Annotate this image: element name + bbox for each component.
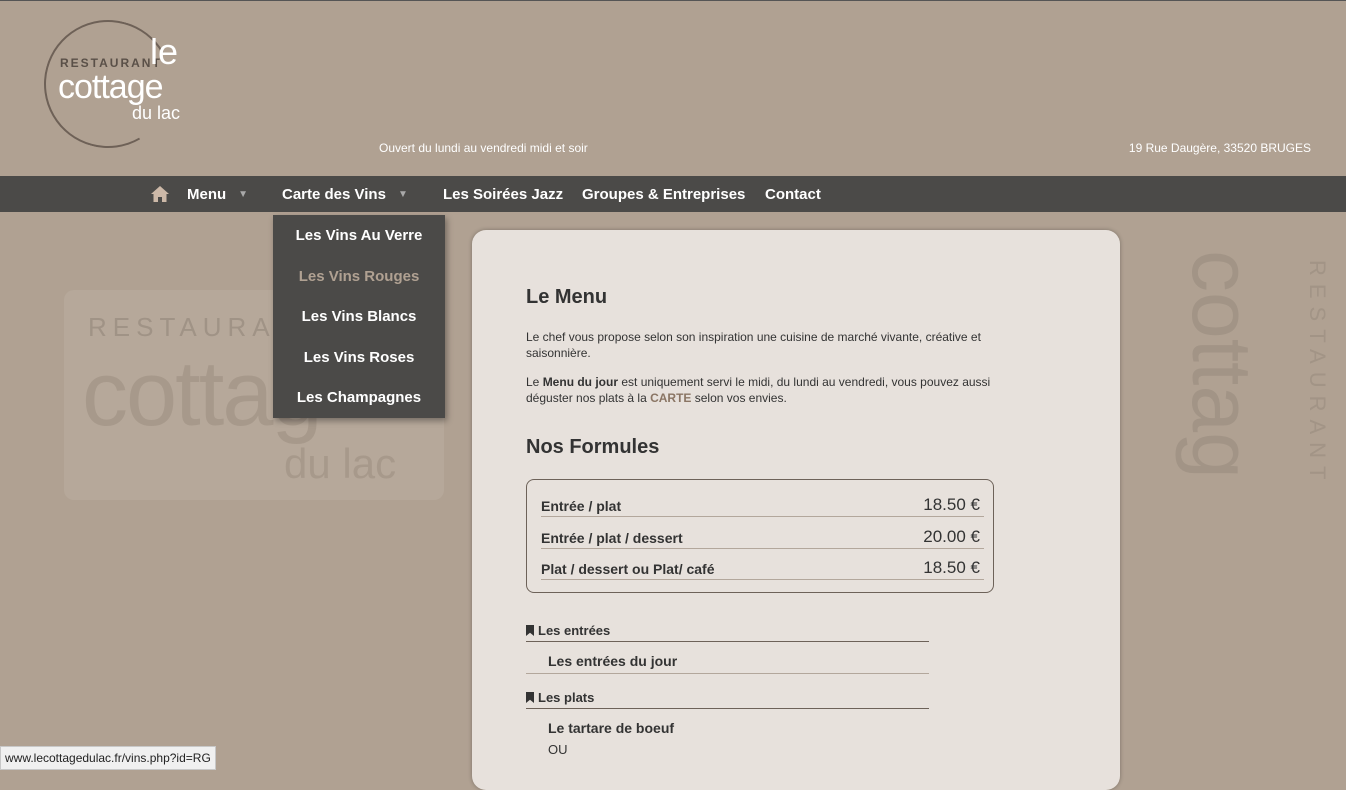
content-panel: Le Menu Le chef vous propose selon son i… xyxy=(472,230,1120,790)
nav-carte-label: Carte des Vins xyxy=(282,186,386,203)
top-border xyxy=(0,0,1346,1)
formule-name: Entrée / plat / dessert xyxy=(541,530,683,546)
dropdown-item-vins-au-verre[interactable]: Les Vins Au Verre xyxy=(273,215,445,256)
main-navbar: Menu ▼ Carte des Vins ▼ Les Soirées Jazz G… xyxy=(0,176,1346,212)
bookmark-icon xyxy=(526,625,534,636)
section-entrees: Les entrées xyxy=(526,623,929,642)
opening-hours: Ouvert du lundi au vendredi midi et soir xyxy=(379,141,588,155)
nav-menu[interactable]: Menu ▼ xyxy=(187,176,248,212)
para-suffix: selon vos envies. xyxy=(691,391,787,405)
logo-dulac-text: du lac xyxy=(132,103,181,123)
wine-dropdown-menu: Les Vins Au Verre Les Vins Rouges Les Vi… xyxy=(273,215,445,418)
menu-du-jour-paragraph: Le Menu du jour est uniquement servi le … xyxy=(526,374,1026,406)
chevron-down-icon: ▼ xyxy=(397,189,408,201)
watermark-right-cottage: cottag xyxy=(1175,250,1269,479)
formule-row: Entrée / plat / dessert 20.00 € xyxy=(541,517,984,549)
nav-contact[interactable]: Contact xyxy=(765,176,821,212)
formule-row: Plat / dessert ou Plat/ café 18.50 € xyxy=(541,548,984,580)
para-prefix: Le xyxy=(526,375,543,389)
formule-name: Entrée / plat xyxy=(541,498,622,514)
nav-groupes-entreprises[interactable]: Groupes & Entreprises xyxy=(582,176,745,212)
dropdown-item-vins-roses[interactable]: Les Vins Roses xyxy=(273,337,445,378)
formule-price: 20.00 € xyxy=(923,527,980,546)
nav-menu-label: Menu xyxy=(187,186,227,203)
section-plats: Les plats xyxy=(526,690,929,709)
restaurant-logo[interactable]: RESTAURANT le cottage du lac xyxy=(29,5,194,163)
browser-status-url: www.lecottagedulac.fr/vins.php?id=RG xyxy=(0,746,216,770)
formule-name: Plat / dessert ou Plat/ café xyxy=(541,561,715,577)
list-item: Les entrées du jour xyxy=(548,653,678,669)
dropdown-item-vins-rouges[interactable]: Les Vins Rouges xyxy=(273,256,445,297)
watermark-right: RESTAURANT cottag xyxy=(1090,250,1346,610)
chevron-down-icon: ▼ xyxy=(238,189,249,201)
logo-cottage-text: cottage xyxy=(58,68,164,106)
divider xyxy=(526,673,929,674)
list-item-separator: OU xyxy=(548,742,568,757)
logo-le-text: le xyxy=(150,31,179,72)
dropdown-item-champagnes[interactable]: Les Champagnes xyxy=(273,377,445,418)
formule-price: 18.50 € xyxy=(923,495,980,514)
page-title: Le Menu xyxy=(526,286,608,308)
list-item: Le tartare de boeuf xyxy=(548,720,675,736)
nav-soirees-jazz[interactable]: Les Soirées Jazz xyxy=(443,176,563,212)
formules-title: Nos Formules xyxy=(526,436,660,458)
bookmark-icon xyxy=(526,692,534,703)
home-icon[interactable] xyxy=(150,185,170,203)
formule-price: 18.50 € xyxy=(923,558,980,577)
address: 19 Rue Daugère, 33520 BRUGES xyxy=(1128,141,1311,155)
formule-row: Entrée / plat 18.50 € xyxy=(541,485,984,517)
watermark-right-restaurant: RESTAURANT xyxy=(1305,260,1330,488)
dropdown-item-vins-blancs[interactable]: Les Vins Blancs xyxy=(273,296,445,337)
menu-du-jour-bold: Menu du jour xyxy=(542,375,619,389)
nav-carte-des-vins[interactable]: Carte des Vins ▼ xyxy=(282,176,408,212)
watermark-dulac: du lac xyxy=(284,440,397,487)
section-title: Les entrées xyxy=(538,623,611,638)
section-title: Les plats xyxy=(538,690,595,705)
carte-link[interactable]: CARTE xyxy=(650,391,691,405)
formules-box: Entrée / plat 18.50 € Entrée / plat / de… xyxy=(526,479,994,593)
intro-paragraph: Le chef vous propose selon son inspirati… xyxy=(526,330,981,360)
